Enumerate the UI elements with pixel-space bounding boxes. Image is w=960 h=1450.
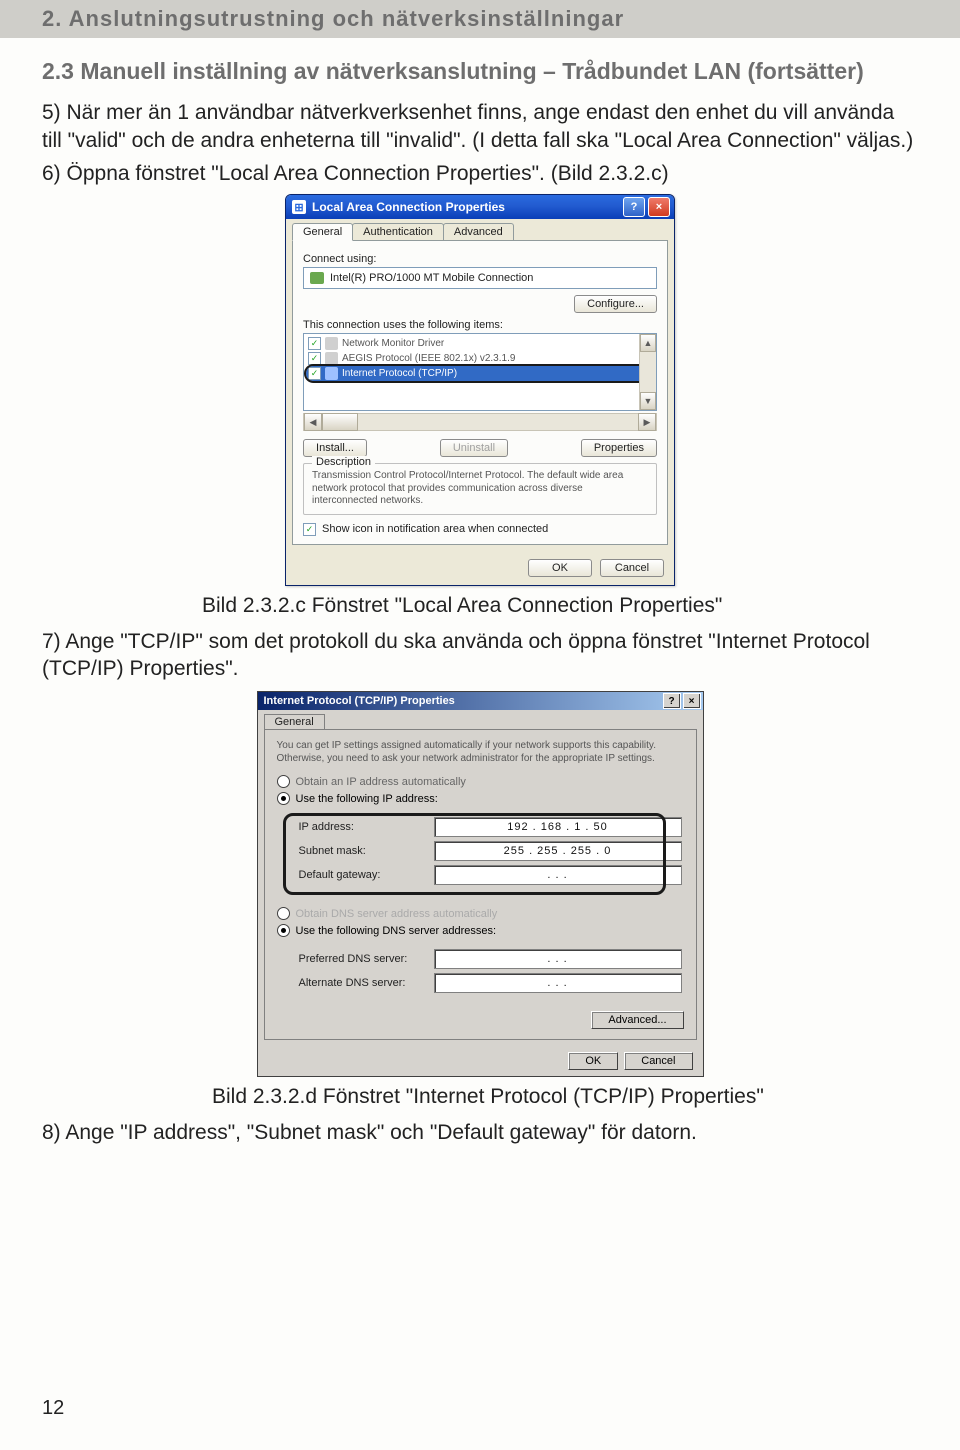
- scroll-down-icon[interactable]: ▼: [640, 392, 656, 410]
- checkbox-icon[interactable]: ✓: [308, 352, 321, 365]
- step-6-text: 6) Öppna fönstret "Local Area Connection…: [42, 160, 918, 188]
- dlg2-titlebar[interactable]: Internet Protocol (TCP/IP) Properties ? …: [258, 692, 703, 710]
- component-icon: [325, 352, 338, 365]
- step-8-text: 8) Ange "IP address", "Subnet mask" och …: [42, 1119, 918, 1147]
- cancel-button[interactable]: Cancel: [600, 559, 664, 577]
- dlg1-tabs: General Authentication Advanced: [286, 219, 674, 240]
- list-item[interactable]: ✓ AEGIS Protocol (IEEE 802.1x) v2.3.1.9: [306, 351, 654, 366]
- tab-advanced[interactable]: Advanced: [443, 223, 514, 240]
- default-gateway-field[interactable]: . . .: [434, 865, 682, 885]
- default-gateway-label: Default gateway:: [299, 869, 434, 881]
- ip-address-label: IP address:: [299, 821, 434, 833]
- scroll-right-icon[interactable]: ▶: [638, 413, 656, 431]
- items-label: This connection uses the following items…: [303, 319, 657, 331]
- radio-label: Obtain an IP address automatically: [296, 776, 466, 788]
- checkbox-icon[interactable]: ✓: [308, 337, 321, 350]
- radio-obtain-dns: Obtain DNS server address automatically: [277, 907, 684, 920]
- radio-label: Obtain DNS server address automatically: [296, 908, 498, 920]
- advanced-button[interactable]: Advanced...: [591, 1011, 683, 1029]
- radio-label: Use the following IP address:: [296, 793, 438, 805]
- subnet-mask-label: Subnet mask:: [299, 845, 434, 857]
- help-button[interactable]: ?: [623, 197, 645, 217]
- alternate-dns-field[interactable]: . . .: [434, 973, 682, 993]
- nic-field[interactable]: Intel(R) PRO/1000 MT Mobile Connection: [303, 267, 657, 289]
- description-group: Description Transmission Control Protoco…: [303, 463, 657, 515]
- tab-general[interactable]: General: [264, 714, 325, 729]
- chapter-title: 2. Anslutningsutrustning och nätverksins…: [42, 6, 624, 31]
- uninstall-button: Uninstall: [440, 439, 508, 457]
- radio-icon: [277, 907, 290, 920]
- step-5-text: 5) När mer än 1 användbar nätverkverksen…: [42, 99, 918, 154]
- description-legend: Description: [312, 456, 375, 468]
- dlg1-titlebar[interactable]: ⊞ Local Area Connection Properties ? ×: [286, 195, 674, 219]
- ok-button[interactable]: OK: [568, 1052, 618, 1070]
- chapter-header: 2. Anslutningsutrustning och nätverksins…: [0, 0, 960, 38]
- list-item-tcpip[interactable]: ✓ Internet Protocol (TCP/IP): [306, 366, 654, 381]
- properties-button[interactable]: Properties: [581, 439, 657, 457]
- dlg2-footer: OK Cancel: [258, 1046, 703, 1076]
- step-7-text: 7) Ange "TCP/IP" som det protokoll du sk…: [42, 628, 918, 683]
- default-gateway-row: Default gateway: . . .: [299, 865, 682, 885]
- cancel-button[interactable]: Cancel: [624, 1052, 692, 1070]
- dlg2-title: Internet Protocol (TCP/IP) Properties: [264, 695, 455, 707]
- ip-fields-highlight: IP address: 192 . 168 . 1 . 50 Subnet ma…: [277, 809, 684, 897]
- description-text: Transmission Control Protocol/Internet P…: [312, 470, 648, 508]
- radio-icon[interactable]: [277, 775, 290, 788]
- radio-icon[interactable]: [277, 792, 290, 805]
- show-icon-row[interactable]: ✓ Show icon in notification area when co…: [303, 523, 657, 536]
- radio-label: Use the following DNS server addresses:: [296, 925, 497, 937]
- radio-obtain-ip[interactable]: Obtain an IP address automatically: [277, 775, 684, 788]
- ip-address-row: IP address: 192 . 168 . 1 . 50: [299, 817, 682, 837]
- show-icon-label: Show icon in notification area when conn…: [322, 523, 548, 535]
- subnet-mask-row: Subnet mask: 255 . 255 . 255 . 0: [299, 841, 682, 861]
- item-label: Internet Protocol (TCP/IP): [342, 368, 457, 379]
- close-button[interactable]: ×: [648, 197, 670, 217]
- figure-caption-2: Bild 2.3.2.d Fönstret "Internet Protocol…: [42, 1085, 918, 1109]
- ok-button[interactable]: OK: [528, 559, 592, 577]
- tab-authentication[interactable]: Authentication: [352, 223, 444, 240]
- vertical-scrollbar[interactable]: ▲ ▼: [639, 334, 656, 410]
- radio-use-ip[interactable]: Use the following IP address:: [277, 792, 684, 805]
- dlg1-title: Local Area Connection Properties: [312, 200, 505, 214]
- connect-using-label: Connect using:: [303, 253, 657, 265]
- scroll-left-icon[interactable]: ◀: [304, 413, 322, 431]
- preferred-dns-field[interactable]: . . .: [434, 949, 682, 969]
- nic-name: Intel(R) PRO/1000 MT Mobile Connection: [330, 272, 533, 284]
- dlg1-tab-body: Connect using: Intel(R) PRO/1000 MT Mobi…: [292, 240, 668, 545]
- connection-items-list[interactable]: ✓ Network Monitor Driver ✓ AEGIS Protoco…: [303, 333, 657, 411]
- nic-icon: [310, 272, 324, 284]
- help-button[interactable]: ?: [663, 693, 681, 709]
- radio-icon[interactable]: [277, 924, 290, 937]
- ip-address-field[interactable]: 192 . 168 . 1 . 50: [434, 817, 682, 837]
- lac-properties-dialog: ⊞ Local Area Connection Properties ? × G…: [285, 194, 675, 586]
- alternate-dns-row: Alternate DNS server: . . .: [299, 973, 682, 993]
- tcpip-properties-dialog: Internet Protocol (TCP/IP) Properties ? …: [257, 691, 704, 1077]
- radio-use-dns[interactable]: Use the following DNS server addresses:: [277, 924, 684, 937]
- checkbox-icon[interactable]: ✓: [308, 367, 321, 380]
- figure-caption-1: Bild 2.3.2.c Fönstret "Local Area Connec…: [42, 594, 918, 618]
- list-item[interactable]: ✓ Network Monitor Driver: [306, 336, 654, 351]
- page-number: 12: [42, 1397, 64, 1420]
- close-button[interactable]: ×: [683, 693, 701, 709]
- dialog-icon: ⊞: [292, 200, 306, 214]
- tab-general[interactable]: General: [292, 223, 353, 241]
- dlg2-tab-body: You can get IP settings assigned automat…: [264, 729, 697, 1040]
- section-title: 2.3 Manuell inställning av nätverksanslu…: [42, 58, 918, 85]
- item-label: AEGIS Protocol (IEEE 802.1x) v2.3.1.9: [342, 353, 515, 364]
- horizontal-scrollbar[interactable]: ◀ ▶: [303, 413, 657, 431]
- component-icon: [325, 337, 338, 350]
- preferred-dns-label: Preferred DNS server:: [299, 953, 434, 965]
- scroll-thumb[interactable]: [322, 413, 358, 431]
- component-icon: [325, 367, 338, 380]
- dlg1-footer: OK Cancel: [286, 551, 674, 585]
- intro-text: You can get IP settings assigned automat…: [277, 740, 684, 765]
- configure-button[interactable]: Configure...: [574, 295, 657, 313]
- alternate-dns-label: Alternate DNS server:: [299, 977, 434, 989]
- install-button[interactable]: Install...: [303, 439, 367, 457]
- item-label: Network Monitor Driver: [342, 338, 444, 349]
- preferred-dns-row: Preferred DNS server: . . .: [299, 949, 682, 969]
- scroll-up-icon[interactable]: ▲: [640, 334, 656, 352]
- subnet-mask-field[interactable]: 255 . 255 . 255 . 0: [434, 841, 682, 861]
- checkbox-icon[interactable]: ✓: [303, 523, 316, 536]
